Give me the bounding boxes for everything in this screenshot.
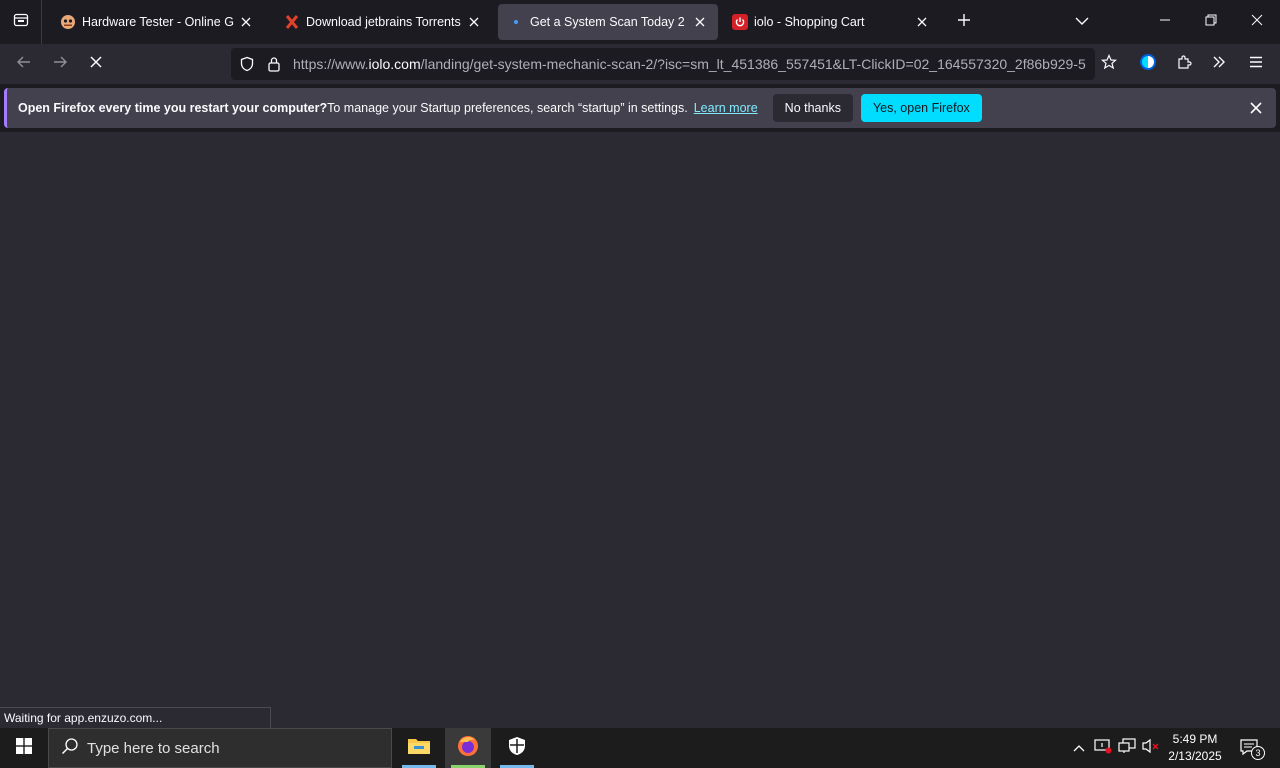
learn-more-link[interactable]: Learn more — [694, 101, 758, 115]
shield-icon — [507, 736, 527, 761]
security-taskbar-button[interactable] — [494, 728, 540, 768]
search-placeholder: Type here to search — [87, 739, 220, 757]
show-hidden-icons-button[interactable] — [1067, 728, 1091, 768]
navigation-toolbar: https://www.iolo.com/landing/get-system-… — [0, 44, 1280, 84]
arrow-right-icon — [52, 54, 68, 75]
monitor-alert-icon — [1094, 738, 1112, 759]
forward-button[interactable] — [44, 48, 76, 80]
taskbar-search-box[interactable]: Type here to search — [48, 728, 392, 768]
file-explorer-taskbar-button[interactable] — [396, 728, 442, 768]
list-all-tabs-button[interactable] — [1059, 0, 1105, 44]
folder-icon — [407, 736, 431, 761]
start-button[interactable] — [0, 728, 48, 768]
minimize-icon — [1159, 13, 1171, 31]
notification-count-badge: 3 — [1251, 746, 1265, 760]
network-icon — [1118, 737, 1136, 759]
tab-title: Get a System Scan Today 2 | iolo — [530, 15, 688, 29]
tray-app-button[interactable] — [1091, 728, 1115, 768]
back-button[interactable] — [8, 48, 40, 80]
action-center-button[interactable]: 3 — [1236, 728, 1265, 768]
tab-hardware-tester[interactable]: Hardware Tester - Online GPU Test — [50, 4, 264, 40]
close-tab-icon[interactable] — [238, 14, 254, 30]
status-panel: Waiting for app.enzuzo.com... — [0, 707, 271, 728]
close-tab-icon[interactable] — [692, 14, 708, 30]
taskbar-clock[interactable]: 5:49 PM 2/13/2025 — [1162, 731, 1228, 765]
clock-date: 2/13/2025 — [1168, 749, 1222, 763]
shield-icon[interactable] — [239, 56, 255, 77]
bookmark-button[interactable] — [1093, 48, 1125, 80]
close-window-button[interactable] — [1234, 0, 1280, 44]
windows-taskbar: Type here to search 5:49 PM 2/13/2025 3 — [0, 728, 1280, 768]
hardware-tester-icon — [60, 14, 76, 30]
star-icon — [1100, 53, 1118, 75]
tab-title: Hardware Tester - Online GPU Test — [82, 15, 234, 29]
tab-bar: Hardware Tester - Online GPU Test Downlo… — [0, 0, 1280, 44]
close-notification-icon[interactable] — [1246, 98, 1266, 118]
firefox-account-icon — [1139, 53, 1157, 76]
extensions-button[interactable] — [1168, 48, 1200, 80]
notification-message: To manage your Startup preferences, sear… — [327, 101, 688, 115]
clock-time: 5:49 PM — [1172, 732, 1218, 746]
tab-shopping-cart[interactable]: iolo - Shopping Cart — [722, 4, 940, 40]
app-menu-button[interactable] — [1240, 48, 1272, 80]
account-button[interactable] — [1132, 48, 1164, 80]
hamburger-menu-icon — [1249, 55, 1263, 73]
no-thanks-button[interactable]: No thanks — [772, 94, 853, 122]
close-tab-icon[interactable] — [914, 14, 930, 30]
arrow-left-icon — [16, 54, 32, 75]
new-tab-button[interactable] — [942, 0, 986, 44]
windows-logo-icon — [16, 737, 32, 759]
lock-icon[interactable] — [267, 56, 281, 77]
double-chevron-icon — [1212, 55, 1226, 74]
tab-jetbrains-torrents[interactable]: Download jetbrains Torrents | 1337x — [274, 4, 492, 40]
search-icon — [61, 737, 79, 760]
close-tab-icon[interactable] — [466, 14, 482, 30]
address-bar[interactable]: https://www.iolo.com/landing/get-system-… — [231, 48, 1095, 80]
puzzle-piece-icon — [1176, 54, 1192, 75]
close-icon — [1251, 13, 1263, 31]
firefox-view-button[interactable] — [0, 0, 42, 44]
tab-system-scan[interactable]: Get a System Scan Today 2 | iolo — [498, 4, 718, 40]
stop-loading-button[interactable] — [80, 48, 112, 80]
startup-notification-bar: Open Firefox every time you restart your… — [4, 88, 1276, 128]
url-prefix: https://www. — [293, 56, 369, 72]
chevron-up-icon — [1073, 739, 1085, 757]
chevron-down-icon — [1075, 13, 1089, 31]
restore-button[interactable] — [1188, 0, 1234, 44]
tab-title: iolo - Shopping Cart — [754, 15, 865, 29]
loading-icon — [508, 14, 524, 30]
url-text[interactable]: https://www.iolo.com/landing/get-system-… — [293, 48, 1088, 80]
firefox-taskbar-button[interactable] — [445, 728, 491, 768]
minimize-button[interactable] — [1142, 0, 1188, 44]
yes-open-firefox-button[interactable]: Yes, open Firefox — [860, 94, 982, 122]
firefox-view-icon — [13, 12, 29, 33]
x-torrent-icon — [284, 14, 300, 30]
iolo-power-icon — [732, 14, 748, 30]
url-path: /landing/get-system-mechanic-scan-2/?isc… — [420, 56, 1086, 72]
volume-button[interactable] — [1139, 728, 1163, 768]
page-content-area — [0, 132, 1280, 728]
notification-heading: Open Firefox every time you restart your… — [18, 101, 328, 115]
url-host: iolo.com — [368, 56, 421, 72]
tab-title: Download jetbrains Torrents | 1337x — [306, 15, 462, 29]
network-button[interactable] — [1115, 728, 1139, 768]
overflow-menu-button[interactable] — [1203, 48, 1235, 80]
speaker-muted-icon — [1142, 738, 1160, 759]
notification-icon: 3 — [1239, 738, 1265, 760]
plus-icon — [957, 13, 971, 32]
restore-icon — [1205, 13, 1217, 31]
stop-x-icon — [89, 55, 103, 74]
firefox-logo-icon — [456, 734, 480, 763]
